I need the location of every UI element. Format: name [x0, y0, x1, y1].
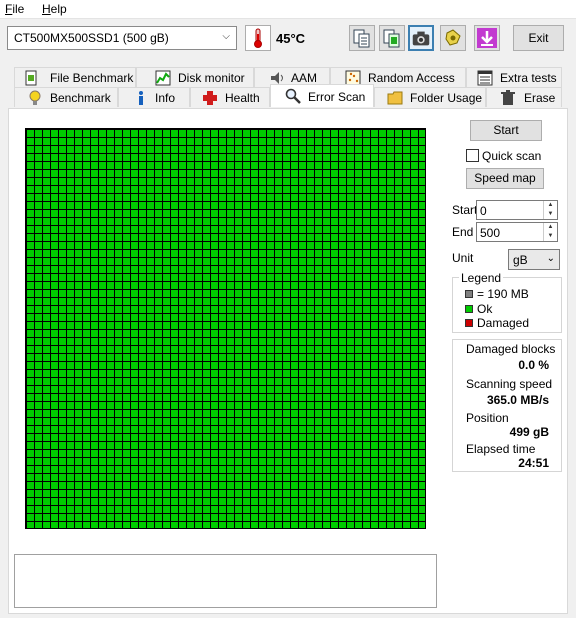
camera-icon	[410, 31, 432, 52]
elapsed-time-label: Elapsed time	[466, 442, 536, 456]
tab-benchmark[interactable]: Benchmark	[14, 87, 118, 107]
menu-help[interactable]: Help	[42, 2, 67, 16]
scanning-speed-label: Scanning speed	[466, 377, 553, 391]
screenshot-button[interactable]	[408, 25, 434, 51]
temperature-value: 45°C	[276, 31, 306, 46]
start-value: 0	[480, 204, 487, 218]
legend-ok: Ok	[477, 302, 493, 316]
tab-error-scan[interactable]: Error Scan	[270, 84, 374, 107]
scan-stats-group: Damaged blocks 0.0 % Scanning speed 365.…	[452, 339, 562, 472]
copy-icon	[350, 29, 374, 53]
scanning-speed-value: 365.0 MB/s	[486, 393, 549, 407]
drive-select-value: CT500MX500SSD1 (500 gB)	[14, 31, 169, 45]
scan-block-map	[25, 128, 426, 529]
damaged-blocks-label: Damaged blocks	[466, 342, 556, 356]
tab-folder-usage[interactable]: Folder Usage	[374, 87, 486, 107]
menu-file[interactable]: File	[5, 2, 24, 16]
start-button[interactable]: Start	[470, 120, 542, 141]
tab-info[interactable]: Info	[118, 87, 190, 107]
elapsed-time-value: 24:51	[518, 456, 549, 470]
download-arrow-icon	[475, 28, 499, 53]
damaged-blocks-value: 0.0 %	[518, 358, 549, 372]
tab-disk-monitor[interactable]: Disk monitor	[136, 67, 254, 87]
trash-icon	[500, 90, 516, 106]
magnifier-icon	[285, 88, 301, 104]
start-spinbox[interactable]: 0 ▲ ▼	[476, 200, 558, 220]
tab-file-benchmark[interactable]: File Benchmark	[14, 67, 136, 87]
scan-grid-ok-blocks	[26, 129, 425, 528]
chevron-down-icon: ⌵	[222, 31, 230, 42]
spin-up-icon[interactable]: ▲	[544, 223, 557, 232]
legend-swatch-damaged	[465, 319, 473, 327]
legend-title: Legend	[459, 271, 504, 285]
spin-down-icon[interactable]: ▼	[544, 232, 557, 241]
chevron-down-icon: ⌄	[546, 253, 555, 264]
scan-log-box[interactable]	[14, 554, 437, 608]
tab-health[interactable]: Health	[190, 87, 270, 107]
quick-scan-label: Quick scan	[482, 149, 542, 163]
unit-label: Unit	[452, 251, 474, 265]
legend-block-size: = 190 MB	[477, 287, 529, 301]
save-button[interactable]	[474, 25, 500, 51]
end-field-label: End	[452, 225, 474, 239]
legend-group: Legend = 190 MB Ok Damaged	[452, 271, 562, 333]
lightbulb-icon	[27, 90, 43, 106]
start-field-label: Start	[452, 203, 478, 217]
unit-value: gB	[513, 253, 528, 267]
speed-map-button[interactable]: Speed map	[466, 168, 544, 189]
unit-select[interactable]: gB ⌄	[508, 249, 560, 270]
health-cross-icon	[202, 90, 218, 106]
tab-erase[interactable]: Erase	[486, 87, 562, 107]
legend-swatch-ok	[465, 305, 473, 313]
disk-monitor-icon	[155, 70, 171, 86]
options-button[interactable]	[440, 25, 466, 51]
drive-select[interactable]: CT500MX500SSD1 (500 gB) ⌵	[7, 26, 237, 50]
legend-swatch-block-size	[465, 290, 473, 298]
quick-scan-checkbox[interactable]	[466, 149, 479, 162]
info-icon	[133, 90, 149, 106]
file-benchmark-icon	[23, 70, 39, 86]
copy-green-icon	[380, 29, 404, 53]
wrench-icon	[441, 29, 465, 53]
menu-bar: File Help	[0, 0, 576, 19]
thermometer-icon[interactable]	[245, 25, 271, 51]
legend-damaged: Damaged	[477, 316, 530, 330]
spin-up-icon[interactable]: ▲	[544, 201, 557, 210]
folder-icon	[387, 90, 403, 106]
exit-button[interactable]: Exit	[513, 25, 564, 51]
spin-down-icon[interactable]: ▼	[544, 210, 557, 219]
end-spinbox[interactable]: 500 ▲ ▼	[476, 222, 558, 242]
tab-extra-tests[interactable]: Extra tests	[466, 67, 562, 87]
end-value: 500	[480, 226, 501, 240]
copy-image-button[interactable]	[379, 25, 405, 51]
position-value: 499 gB	[509, 425, 549, 439]
extra-tests-icon	[477, 70, 493, 86]
position-label: Position	[466, 411, 509, 425]
copy-text-button[interactable]	[349, 25, 375, 51]
